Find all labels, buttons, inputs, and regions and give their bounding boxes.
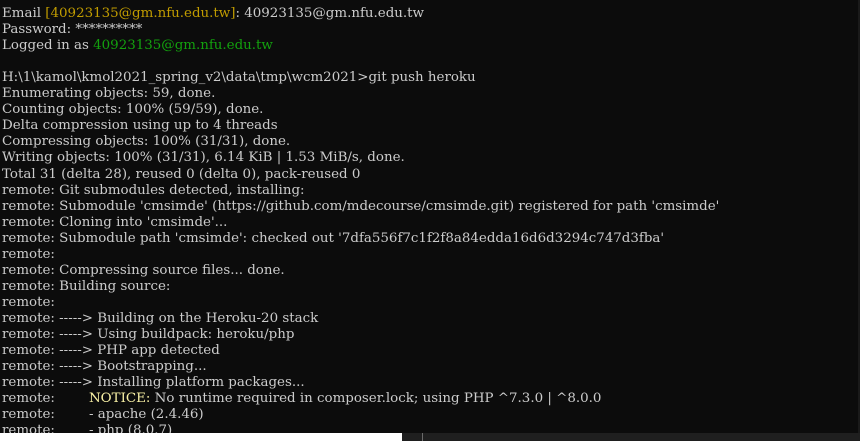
terminal-text: Counting objects: 100% (59/59), done. — [2, 102, 264, 118]
terminal-line: remote: -----> PHP app detected — [2, 343, 719, 359]
terminal-text: remote: Submodule path 'cmsimde': checke… — [2, 230, 665, 246]
terminal-text: Compressing objects: 100% (31/31), done. — [2, 134, 291, 150]
terminal-line: Total 31 (delta 28), reused 0 (delta 0),… — [2, 167, 719, 183]
terminal-text: remote: Git submodules detected, install… — [2, 182, 305, 198]
taskbar-edge — [0, 433, 860, 441]
terminal-line: remote: Building source: — [2, 279, 719, 295]
terminal-text: Delta compression using up to 4 threads — [2, 118, 278, 134]
terminal-text-orange: [40923135@gm.nfu.edu.tw] — [45, 6, 236, 22]
terminal-line: remote: - apache (2.4.46) — [2, 407, 719, 423]
terminal-line: H:\1\kamol\kmol2021_spring_v2\data\tmp\w… — [2, 70, 719, 86]
terminal-text: remote: -----> PHP app detected — [2, 343, 220, 359]
terminal-text: remote: - php (8.0.7) — [2, 423, 173, 433]
terminal-line: remote: -----> Building on the Heroku-20… — [2, 311, 719, 327]
terminal-text: remote: — [2, 246, 55, 262]
terminal-text: Email — [2, 6, 46, 22]
terminal-text: Logged in as — [2, 38, 94, 54]
terminal-line: remote: Submodule 'cmsimde' (https://git… — [2, 199, 719, 215]
terminal-line: remote: — [2, 247, 719, 263]
terminal-text: remote: — [2, 294, 55, 310]
terminal-text: remote: -----> Installing platform packa… — [2, 375, 305, 391]
terminal-line: remote: — [2, 295, 719, 311]
terminal-line: Password: ********** — [2, 22, 719, 38]
terminal-text: remote: Building source: — [2, 278, 171, 294]
terminal-line: Compressing objects: 100% (31/31), done. — [2, 134, 719, 150]
terminal-line: remote: NOTICE: No runtime required in c… — [2, 391, 719, 407]
terminal-output: Email [40923135@gm.nfu.edu.tw]: 40923135… — [2, 0, 719, 433]
terminal-text: remote: -----> Building on the Heroku-20… — [2, 310, 319, 326]
terminal-text: remote: -----> Bootstrapping... — [2, 359, 207, 375]
terminal-window[interactable]: Email [40923135@gm.nfu.edu.tw]: 40923135… — [0, 0, 860, 433]
terminal-text: : 40923135@gm.nfu.edu.tw — [235, 6, 425, 22]
terminal-line: Delta compression using up to 4 threads — [2, 118, 719, 134]
taskbar-dark-region — [402, 433, 860, 441]
terminal-line: remote: Git submodules detected, install… — [2, 183, 719, 199]
taskbar-separator — [422, 433, 423, 441]
terminal-text: remote: Compressing source files... done… — [2, 262, 285, 278]
terminal-line: Email [40923135@gm.nfu.edu.tw]: 40923135… — [2, 6, 719, 22]
terminal-text: Total 31 (delta 28), reused 0 (delta 0),… — [2, 166, 361, 182]
terminal-text-green: 40923135@gm.nfu.edu.tw — [93, 38, 273, 54]
terminal-text: remote: - apache (2.4.46) — [2, 407, 204, 423]
terminal-line: remote: Compressing source files... done… — [2, 263, 719, 279]
terminal-text: remote: -----> Using buildpack: heroku/p… — [2, 326, 295, 342]
terminal-text: H:\1\kamol\kmol2021_spring_v2\data\tmp\w… — [2, 70, 476, 86]
terminal-line: remote: Submodule path 'cmsimde': checke… — [2, 231, 719, 247]
terminal-line: Logged in as 40923135@gm.nfu.edu.tw — [2, 38, 719, 54]
terminal-text: Password: ********** — [2, 22, 143, 38]
terminal-line: remote: -----> Using buildpack: heroku/p… — [2, 327, 719, 343]
terminal-line: remote: -----> Installing platform packa… — [2, 375, 719, 391]
terminal-line: remote: Cloning into 'cmsimde'... — [2, 215, 719, 231]
terminal-text: remote: — [2, 391, 89, 407]
terminal-line: Writing objects: 100% (31/31), 6.14 KiB … — [2, 150, 719, 166]
terminal-text-yellow: NOTICE: — [88, 391, 151, 407]
terminal-text: remote: Cloning into 'cmsimde'... — [2, 214, 228, 230]
terminal-line: Enumerating objects: 59, done. — [2, 86, 719, 102]
terminal-line: remote: -----> Bootstrapping... — [2, 359, 719, 375]
terminal-text: Writing objects: 100% (31/31), 6.14 KiB … — [2, 150, 405, 166]
terminal-line: remote: - php (8.0.7) — [2, 423, 719, 433]
terminal-text: remote: Submodule 'cmsimde' (https://git… — [2, 198, 720, 214]
terminal-text: Enumerating objects: 59, done. — [2, 86, 216, 102]
terminal-text: No runtime required in composer.lock; us… — [150, 391, 602, 407]
terminal-line: Counting objects: 100% (59/59), done. — [2, 102, 719, 118]
